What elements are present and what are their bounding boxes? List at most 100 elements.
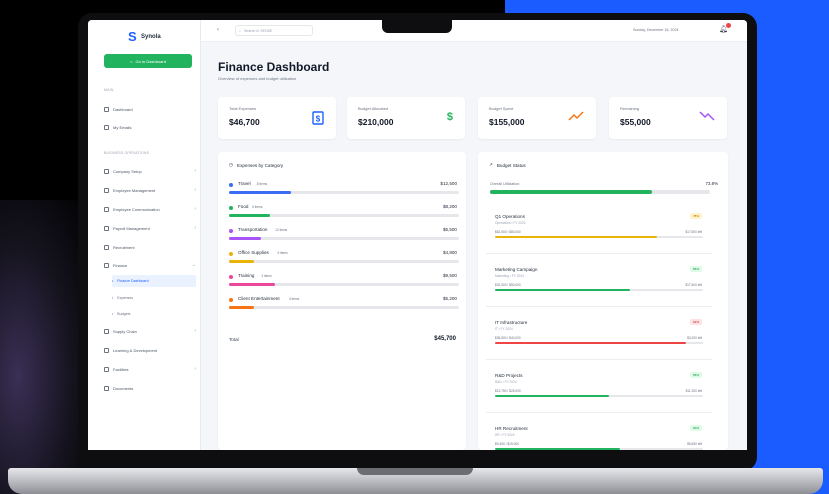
overall-utilization-fill [490,190,653,194]
category-name: Food [238,204,249,209]
panel-header: ◷ Expenses by Category [229,162,283,168]
sidebar-item-payroll[interactable]: Payroll Management › [104,222,196,234]
sidebar-item-company-setup[interactable]: Company Setup › [104,165,196,177]
budget-remaining: $3,200 left [687,336,702,340]
budget-percent-badge: 78% [689,213,702,219]
go-to-dashboard-button[interactable]: ⌂ Go to Dashboard [104,54,192,68]
budget-meta: IT • FY 2024 [495,327,513,331]
stat-card-total-expenses: Total Expenses $46,700 $ [218,97,336,139]
sidebar-item-employee-management[interactable]: Employee Management › [104,184,196,196]
briefcase-icon [104,244,109,250]
sidebar-item-label: Documents [113,385,134,391]
expense-row[interactable]: Food 6 items $8,200 [229,203,459,225]
category-name: Transportation [238,227,268,232]
back-arrow-icon[interactable]: ‹ [217,27,219,33]
budget-item[interactable]: IT Infrastructure IT • FY 2024 92% $36,800 … [486,314,712,360]
budget-remaining: $17,500 left [685,283,702,287]
stat-value: $210,000 [358,117,394,127]
budget-remaining: $11,250 left [685,389,702,393]
category-amount: $9,500 [442,273,457,278]
category-color-dot [229,298,233,302]
sidebar-item-expenses[interactable]: • Expenses [112,292,196,304]
budget-name: HR Recruitment [495,426,528,431]
dollar-icon: $ [446,111,453,123]
home-icon [104,366,109,372]
brand-name: Synola [141,34,161,40]
sidebar-item-recruitment[interactable]: Recruitment [104,241,196,253]
category-amount: $8,200 [442,204,457,209]
budget-progress-fill [495,289,631,291]
top-bar: ‹ ⌕ Search in SENSE Sunday, December 16,… [201,20,747,42]
sidebar-item-employee-communication[interactable]: Employee Communication › [104,203,196,215]
chevron-down-icon: ⌄ [191,262,196,268]
chevron-right-icon: › [194,206,196,212]
sidebar-item-finance[interactable]: Finance ⌄ [104,259,196,271]
home-icon: ⌂ [130,58,133,64]
expense-row[interactable]: Client Entertainment 4 items $5,200 [229,295,459,317]
expenses-total-label: Total [229,337,239,342]
users-icon [104,187,109,193]
dark-backdrop-shape [0,200,90,494]
category-color-dot [229,275,233,279]
category-amount: $5,200 [442,296,457,301]
stat-card-remaining: Remaining $55,000 [609,97,727,139]
sidebar-item-learning[interactable]: Learning & Development [104,344,196,356]
budget-item[interactable]: Marketing Campaign Marketing • FY 2024 65%… [486,261,712,307]
panel-title: Budget Status [496,162,526,168]
search-input[interactable]: ⌕ Search in SENSE [235,25,313,36]
category-count-badge: 5 items [277,251,288,255]
budget-amount: $9,450 / $15,000 [495,442,519,446]
budget-percent-badge: 55% [689,372,702,378]
sidebar-item-budgets[interactable]: • Budgets [112,308,196,320]
budget-progress-fill [495,342,687,344]
bullet-icon: • [112,279,114,283]
budget-name: Marketing Campaign [495,267,538,272]
brand-logo[interactable]: S Synola [128,30,161,44]
chevron-right-icon: › [194,187,196,193]
clock-icon: ◷ [229,162,234,167]
category-color-dot [229,252,233,256]
sidebar-item-finance-dashboard[interactable]: • Finance Dashboard [112,275,196,287]
expense-row[interactable]: Office Supplies 5 items $4,800 [229,249,459,271]
sidebar-item-my-emails[interactable]: My Emails [104,121,196,133]
stat-value: $46,700 [229,117,260,127]
receipt-icon: $ [312,111,324,128]
sidebar-item-dashboard[interactable]: Dashboard [104,103,196,115]
stat-label: Total Expenses [229,106,257,111]
category-progress-bar [229,260,459,263]
file-icon [104,385,109,391]
truck-icon [104,328,109,334]
budget-name: Q1 Operations [495,214,525,219]
category-progress-bar [229,283,459,286]
sidebar-item-documents[interactable]: Documents [104,382,196,394]
budget-name: R&D Projects [495,373,523,378]
panel-title: Expenses by Category [237,162,284,168]
sidebar-item-label: Facilities [113,366,129,372]
budget-meta: HR • FY 2024 [495,433,515,437]
sidebar-item-label: Payroll Management [113,225,150,231]
sidebar-item-label: Expenses [117,296,134,300]
category-amount: $6,500 [442,227,457,232]
sidebar-item-label: Budgets [117,312,131,316]
category-progress-bar [229,237,459,240]
go-to-dashboard-label: Go to Dashboard [135,58,166,64]
budget-item[interactable]: R&D Projects R&D • FY 2024 55% $13,750 / $2… [486,367,712,413]
sidebar-item-facilities[interactable]: Facilities › [104,363,196,375]
budget-progress-fill [495,395,610,397]
category-name: Client Entertainment [238,296,280,301]
budget-item[interactable]: HR Recruitment HR • FY 2024 60% $9,450 / $1… [486,420,712,450]
sidebar-item-label: Employee Management [113,187,156,193]
category-amount: $4,800 [442,250,457,255]
expense-row[interactable]: Travel 8 items $12,500 [229,180,459,202]
budget-amount: $32,500 / $50,000 [495,283,521,287]
expense-row[interactable]: Training 3 items $9,500 [229,272,459,294]
budget-status-panel: ↗ Budget Status Overall Utilization 73.8… [478,152,728,450]
budget-percent-badge: 65% [689,266,702,272]
category-progress-fill [229,214,271,217]
trend-down-icon [699,111,715,124]
current-date: Sunday, December 16, 2024 [633,28,679,32]
sidebar-item-supply-chain[interactable]: Supply Chain › [104,325,196,337]
stat-card-budget-spent: Budget Spent $155,000 [478,97,596,139]
budget-item[interactable]: Q1 Operations Operations • FY 2024 78% $62,… [486,208,712,254]
expense-row[interactable]: Transportation 12 items $6,500 [229,226,459,248]
